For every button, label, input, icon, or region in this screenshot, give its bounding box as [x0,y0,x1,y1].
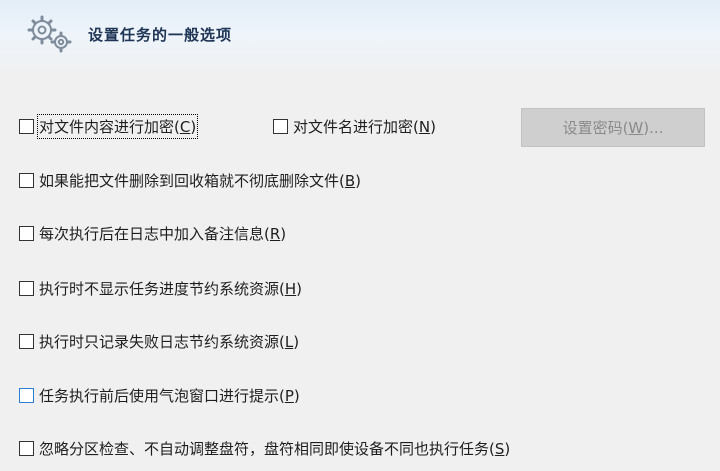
checkbox-label: 如果能把文件删除到回收箱就不彻底删除文件(B) [39,172,362,190]
hide-progress-checkbox[interactable]: 执行时不显示任务进度节约系统资源(H) [19,278,302,299]
checkbox-label: 忽略分区检查、不自动调整盘符，盘符相同即使设备不同也执行任务(S) [39,440,511,458]
checkbox-label: 执行时只记录失败日志节约系统资源(L) [39,333,300,351]
checkbox-box[interactable] [19,119,34,134]
checkbox-label: 对文件名进行加密(N) [293,118,436,136]
checkbox-label: 任务执行前后使用气泡窗口进行提示(P) [39,387,300,405]
gears-icon [27,15,72,53]
checkbox-box[interactable] [19,226,34,241]
permanent-delete-checkbox[interactable]: 如果能把文件删除到回收箱就不彻底删除文件(B) [19,170,361,191]
encrypt-content-checkbox[interactable]: 对文件内容进行加密(C) [19,114,199,139]
checkbox-box[interactable] [19,334,34,349]
checkbox-box[interactable] [19,281,34,296]
set-password-button[interactable]: 设置密码(W)... [521,108,705,147]
ignore-partition-checkbox[interactable]: 忽略分区检查、不自动调整盘符，盘符相同即使设备不同也执行任务(S) [19,438,510,459]
balloon-tip-checkbox[interactable]: 任务执行前后使用气泡窗口进行提示(P) [19,385,300,406]
checkbox-label: 对文件内容进行加密(C) [36,114,199,139]
dialog-title: 设置任务的一般选项 [88,26,233,44]
dialog-header: 设置任务的一般选项 [0,0,720,78]
checkbox-box[interactable] [273,119,288,134]
button-label: 设置密码(W)... [562,119,664,137]
log-failures-checkbox[interactable]: 执行时只记录失败日志节约系统资源(L) [19,331,299,352]
checkbox-box[interactable] [19,173,34,188]
checkbox-box[interactable] [19,388,34,403]
checkbox-box[interactable] [19,441,34,456]
checkbox-label: 每次执行后在日志中加入备注信息(R) [39,225,287,243]
log-note-checkbox[interactable]: 每次执行后在日志中加入备注信息(R) [19,223,286,244]
checkbox-label: 执行时不显示任务进度节约系统资源(H) [39,280,302,298]
encrypt-filename-checkbox[interactable]: 对文件名进行加密(N) [273,116,436,137]
